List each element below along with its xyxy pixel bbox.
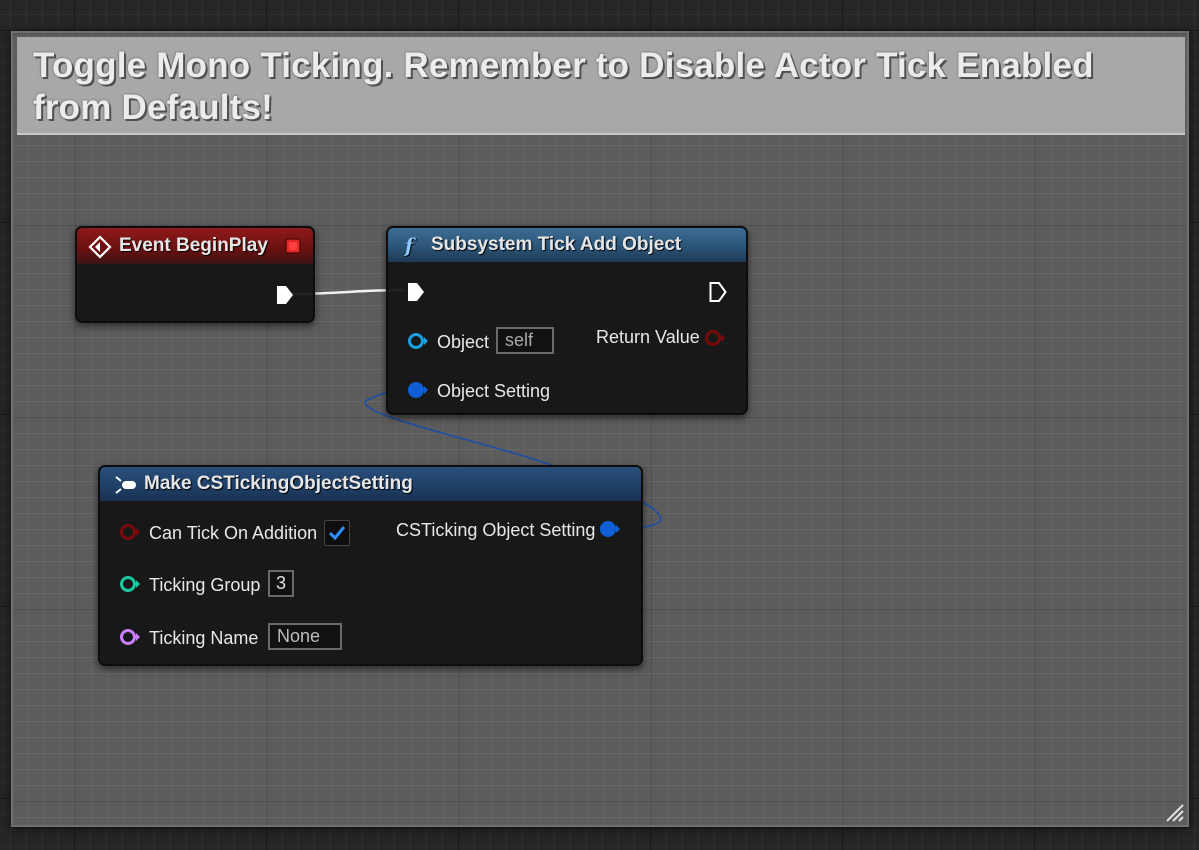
return-value-label: Return Value bbox=[596, 327, 700, 347]
checkmark-icon bbox=[328, 526, 346, 541]
return-value-pin[interactable] bbox=[704, 329, 726, 347]
ticking-group-label: Ticking Group bbox=[149, 575, 261, 595]
exec-out-pin[interactable] bbox=[708, 281, 728, 303]
ticking-name-label: Ticking Name bbox=[149, 628, 259, 648]
ticking-name-field[interactable]: None bbox=[268, 623, 342, 650]
stop-square-icon[interactable] bbox=[285, 238, 301, 254]
make-node-header[interactable]: Make CSTickingObjectSetting bbox=[100, 467, 641, 501]
event-beginplay-node[interactable]: Event BeginPlay bbox=[75, 226, 315, 323]
object-setting-label: Object Setting bbox=[437, 381, 551, 401]
diamond-event-icon bbox=[88, 235, 112, 259]
function-f-icon: f bbox=[403, 235, 416, 257]
can-tick-input-pin[interactable] bbox=[119, 523, 141, 541]
svg-text:f: f bbox=[403, 235, 416, 257]
exec-out-pin[interactable] bbox=[275, 284, 295, 306]
setting-output-pin[interactable] bbox=[599, 520, 621, 538]
object-setting-input-pin[interactable] bbox=[407, 381, 429, 399]
can-tick-checkbox[interactable] bbox=[324, 520, 350, 546]
event-node-title: Event BeginPlay bbox=[119, 235, 268, 256]
wires-layer bbox=[292, 288, 662, 529]
object-pin-label: Object bbox=[437, 332, 490, 352]
ticking-name-input-pin[interactable] bbox=[119, 628, 141, 646]
function-node-title: Subsystem Tick Add Object bbox=[431, 234, 682, 255]
ticking-group-field[interactable]: 3 bbox=[268, 570, 295, 597]
ticking-group-input-pin[interactable] bbox=[119, 575, 141, 593]
exec-in-pin[interactable] bbox=[406, 281, 426, 303]
make-struct-icon bbox=[115, 476, 136, 494]
object-input-pin[interactable] bbox=[407, 332, 429, 350]
can-tick-label: Can Tick On Addition bbox=[149, 523, 318, 543]
make-node-title: Make CSTickingObjectSetting bbox=[144, 473, 413, 494]
make-csticking-object-setting-node[interactable]: Make CSTickingObjectSetting Can Tick On … bbox=[98, 465, 643, 666]
function-node-header[interactable]: f Subsystem Tick Add Object bbox=[388, 228, 746, 262]
setting-output-label: CSTicking Object Setting bbox=[396, 520, 596, 540]
event-node-header[interactable]: Event BeginPlay bbox=[77, 228, 313, 264]
object-value-field[interactable]: self bbox=[496, 327, 554, 354]
subsystem-tick-add-object-node[interactable]: f Subsystem Tick Add Object Object self … bbox=[386, 226, 748, 415]
